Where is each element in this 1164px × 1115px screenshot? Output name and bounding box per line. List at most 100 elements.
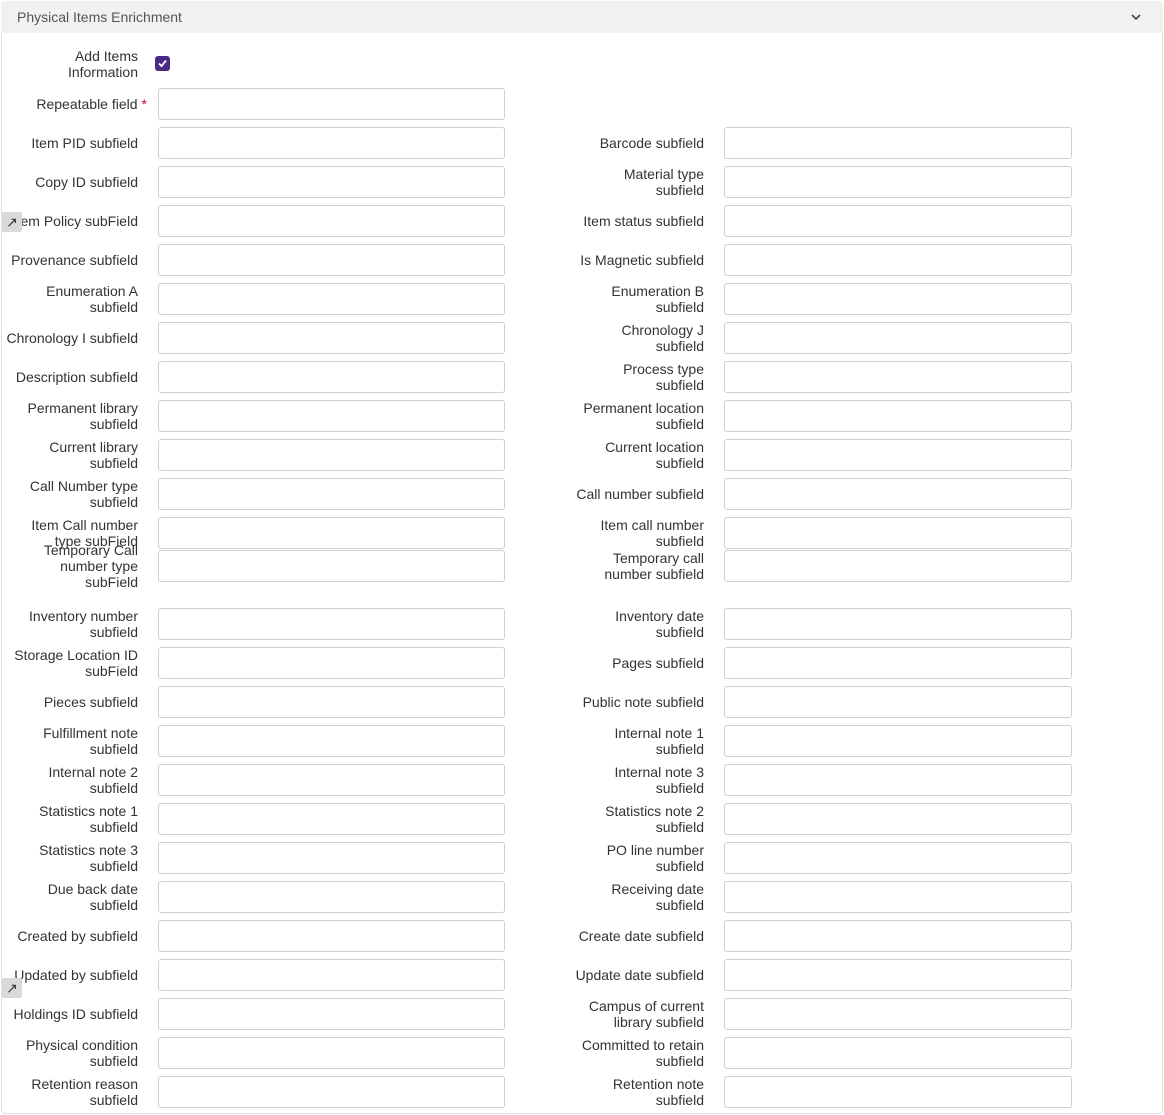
left-field-label: Current library subfield <box>49 439 138 471</box>
left-field-label: Enumeration Asubfield <box>46 283 138 315</box>
right-field-input[interactable] <box>724 998 1072 1030</box>
right-field-input[interactable] <box>724 517 1072 549</box>
left-field-label: Inventory number subfield <box>29 608 138 640</box>
right-field-input[interactable] <box>724 478 1072 510</box>
right-field-input[interactable] <box>724 127 1072 159</box>
right-field-input[interactable] <box>724 842 1072 874</box>
right-field-label: Barcode subfield <box>599 135 704 151</box>
left-field-input[interactable] <box>158 725 505 757</box>
left-field-input[interactable] <box>158 803 505 835</box>
required-marker: * <box>141 96 147 112</box>
right-field-label: Permanent location subfield <box>583 400 704 432</box>
right-field-label: Statistics note 2 subfield <box>605 803 704 835</box>
right-field-input[interactable] <box>724 803 1072 835</box>
left-field-label: Permanent library subfield <box>27 400 139 432</box>
left-field-label: Internal note 2 subfield <box>48 764 138 796</box>
right-field-label: Update date subfield <box>575 967 704 983</box>
left-field-input[interactable] <box>158 1076 505 1108</box>
right-field-label: Committed to retain subfield <box>581 1037 704 1069</box>
left-field-label: Retention reason subfield <box>31 1076 138 1108</box>
left-field-input[interactable] <box>158 764 505 796</box>
left-field-label: Description subfield <box>15 369 138 385</box>
left-field-label: Storage Location ID subField <box>14 647 138 679</box>
right-field-label: Current location subfield <box>605 439 704 471</box>
left-field-input[interactable] <box>158 205 505 237</box>
right-field-input[interactable] <box>724 764 1072 796</box>
section-title: Physical Items Enrichment <box>17 9 182 25</box>
section-header[interactable]: Physical Items Enrichment <box>1 1 1163 33</box>
left-field-input[interactable] <box>158 166 505 198</box>
right-field-input[interactable] <box>724 959 1072 991</box>
right-field-input[interactable] <box>724 205 1072 237</box>
expand-arrow-icon[interactable]: ↗ <box>2 212 22 232</box>
right-field-input[interactable] <box>724 283 1072 315</box>
right-field-input[interactable] <box>724 322 1072 354</box>
right-field-label: Enumeration Bsubfield <box>611 283 704 315</box>
left-field-input[interactable] <box>158 361 505 393</box>
right-field-label: Temporary call number subfield <box>604 550 704 582</box>
left-field-label: Statistics note 3 subfield <box>39 842 138 874</box>
left-field-input[interactable] <box>158 959 505 991</box>
check-icon <box>158 59 167 68</box>
left-field-input[interactable] <box>158 920 505 952</box>
right-field-input[interactable] <box>724 166 1072 198</box>
add-items-checkbox[interactable] <box>155 56 170 71</box>
right-field-label: Retention note subfield <box>612 1076 704 1108</box>
right-field-label: Internal note 1 subfield <box>614 725 704 757</box>
left-field-label: Fulfillment note subfield <box>43 725 138 757</box>
right-field-label: Is Magnetic subfield <box>580 252 704 268</box>
right-field-input[interactable] <box>724 686 1072 718</box>
right-field-input[interactable] <box>724 647 1072 679</box>
repeatable-field-input[interactable] <box>158 88 505 120</box>
right-field-input[interactable] <box>724 1076 1072 1108</box>
right-field-label: Material type subfield <box>623 166 704 198</box>
right-field-input[interactable] <box>724 361 1072 393</box>
right-field-label: Call number subfield <box>576 486 704 502</box>
left-field-label: Provenance subfield <box>11 252 138 268</box>
left-field-label: Created by subfield <box>17 928 138 944</box>
left-field-input[interactable] <box>158 400 505 432</box>
expand-arrow-icon[interactable]: ↗ <box>2 978 22 998</box>
right-field-input[interactable] <box>724 400 1072 432</box>
left-field-input[interactable] <box>158 439 505 471</box>
left-field-label: Pieces subfield <box>43 694 138 710</box>
left-field-input[interactable] <box>158 998 505 1030</box>
left-field-input[interactable] <box>158 517 505 549</box>
left-field-label: Call Number type subfield <box>29 478 138 510</box>
left-field-input[interactable] <box>158 647 505 679</box>
right-field-label: Campus of current library subfield <box>588 998 704 1030</box>
right-field-label: Item status subfield <box>583 213 704 229</box>
right-field-label: Create date subfield <box>578 928 704 944</box>
right-field-input[interactable] <box>724 244 1072 276</box>
left-field-label: Holdings ID subfield <box>13 1006 138 1022</box>
left-field-input[interactable] <box>158 283 505 315</box>
right-field-input[interactable] <box>724 725 1072 757</box>
right-field-input[interactable] <box>724 920 1072 952</box>
right-field-label: Pages subfield <box>612 655 704 671</box>
right-field-input[interactable] <box>724 439 1072 471</box>
left-field-input[interactable] <box>158 842 505 874</box>
left-field-input[interactable] <box>158 686 505 718</box>
left-field-input[interactable] <box>158 478 505 510</box>
right-field-input[interactable] <box>724 608 1072 640</box>
left-field-label: Item PID subfield <box>31 135 138 151</box>
left-field-label: Temporary Call number type subField <box>43 542 138 590</box>
right-field-label: Receiving date subfield <box>611 881 704 913</box>
left-field-label: Statistics note 1 subfield <box>39 803 138 835</box>
right-field-input[interactable] <box>724 1037 1072 1069</box>
left-field-input[interactable] <box>158 608 505 640</box>
right-field-label: Internal note 3 subfield <box>614 764 704 796</box>
left-field-label: Copy ID subfield <box>35 174 138 190</box>
right-field-label: Chronology Jsubfield <box>621 322 705 354</box>
left-field-input[interactable] <box>158 127 505 159</box>
left-field-input[interactable] <box>158 881 505 913</box>
right-field-input[interactable] <box>724 550 1072 582</box>
left-field-label: Due back date subfield <box>47 881 138 913</box>
right-field-label: Process type subfield <box>623 361 704 393</box>
right-field-input[interactable] <box>724 881 1072 913</box>
left-field-input[interactable] <box>158 550 505 582</box>
chevron-down-icon[interactable] <box>1129 10 1143 24</box>
left-field-input[interactable] <box>158 1037 505 1069</box>
left-field-input[interactable] <box>158 322 505 354</box>
left-field-input[interactable] <box>158 244 505 276</box>
